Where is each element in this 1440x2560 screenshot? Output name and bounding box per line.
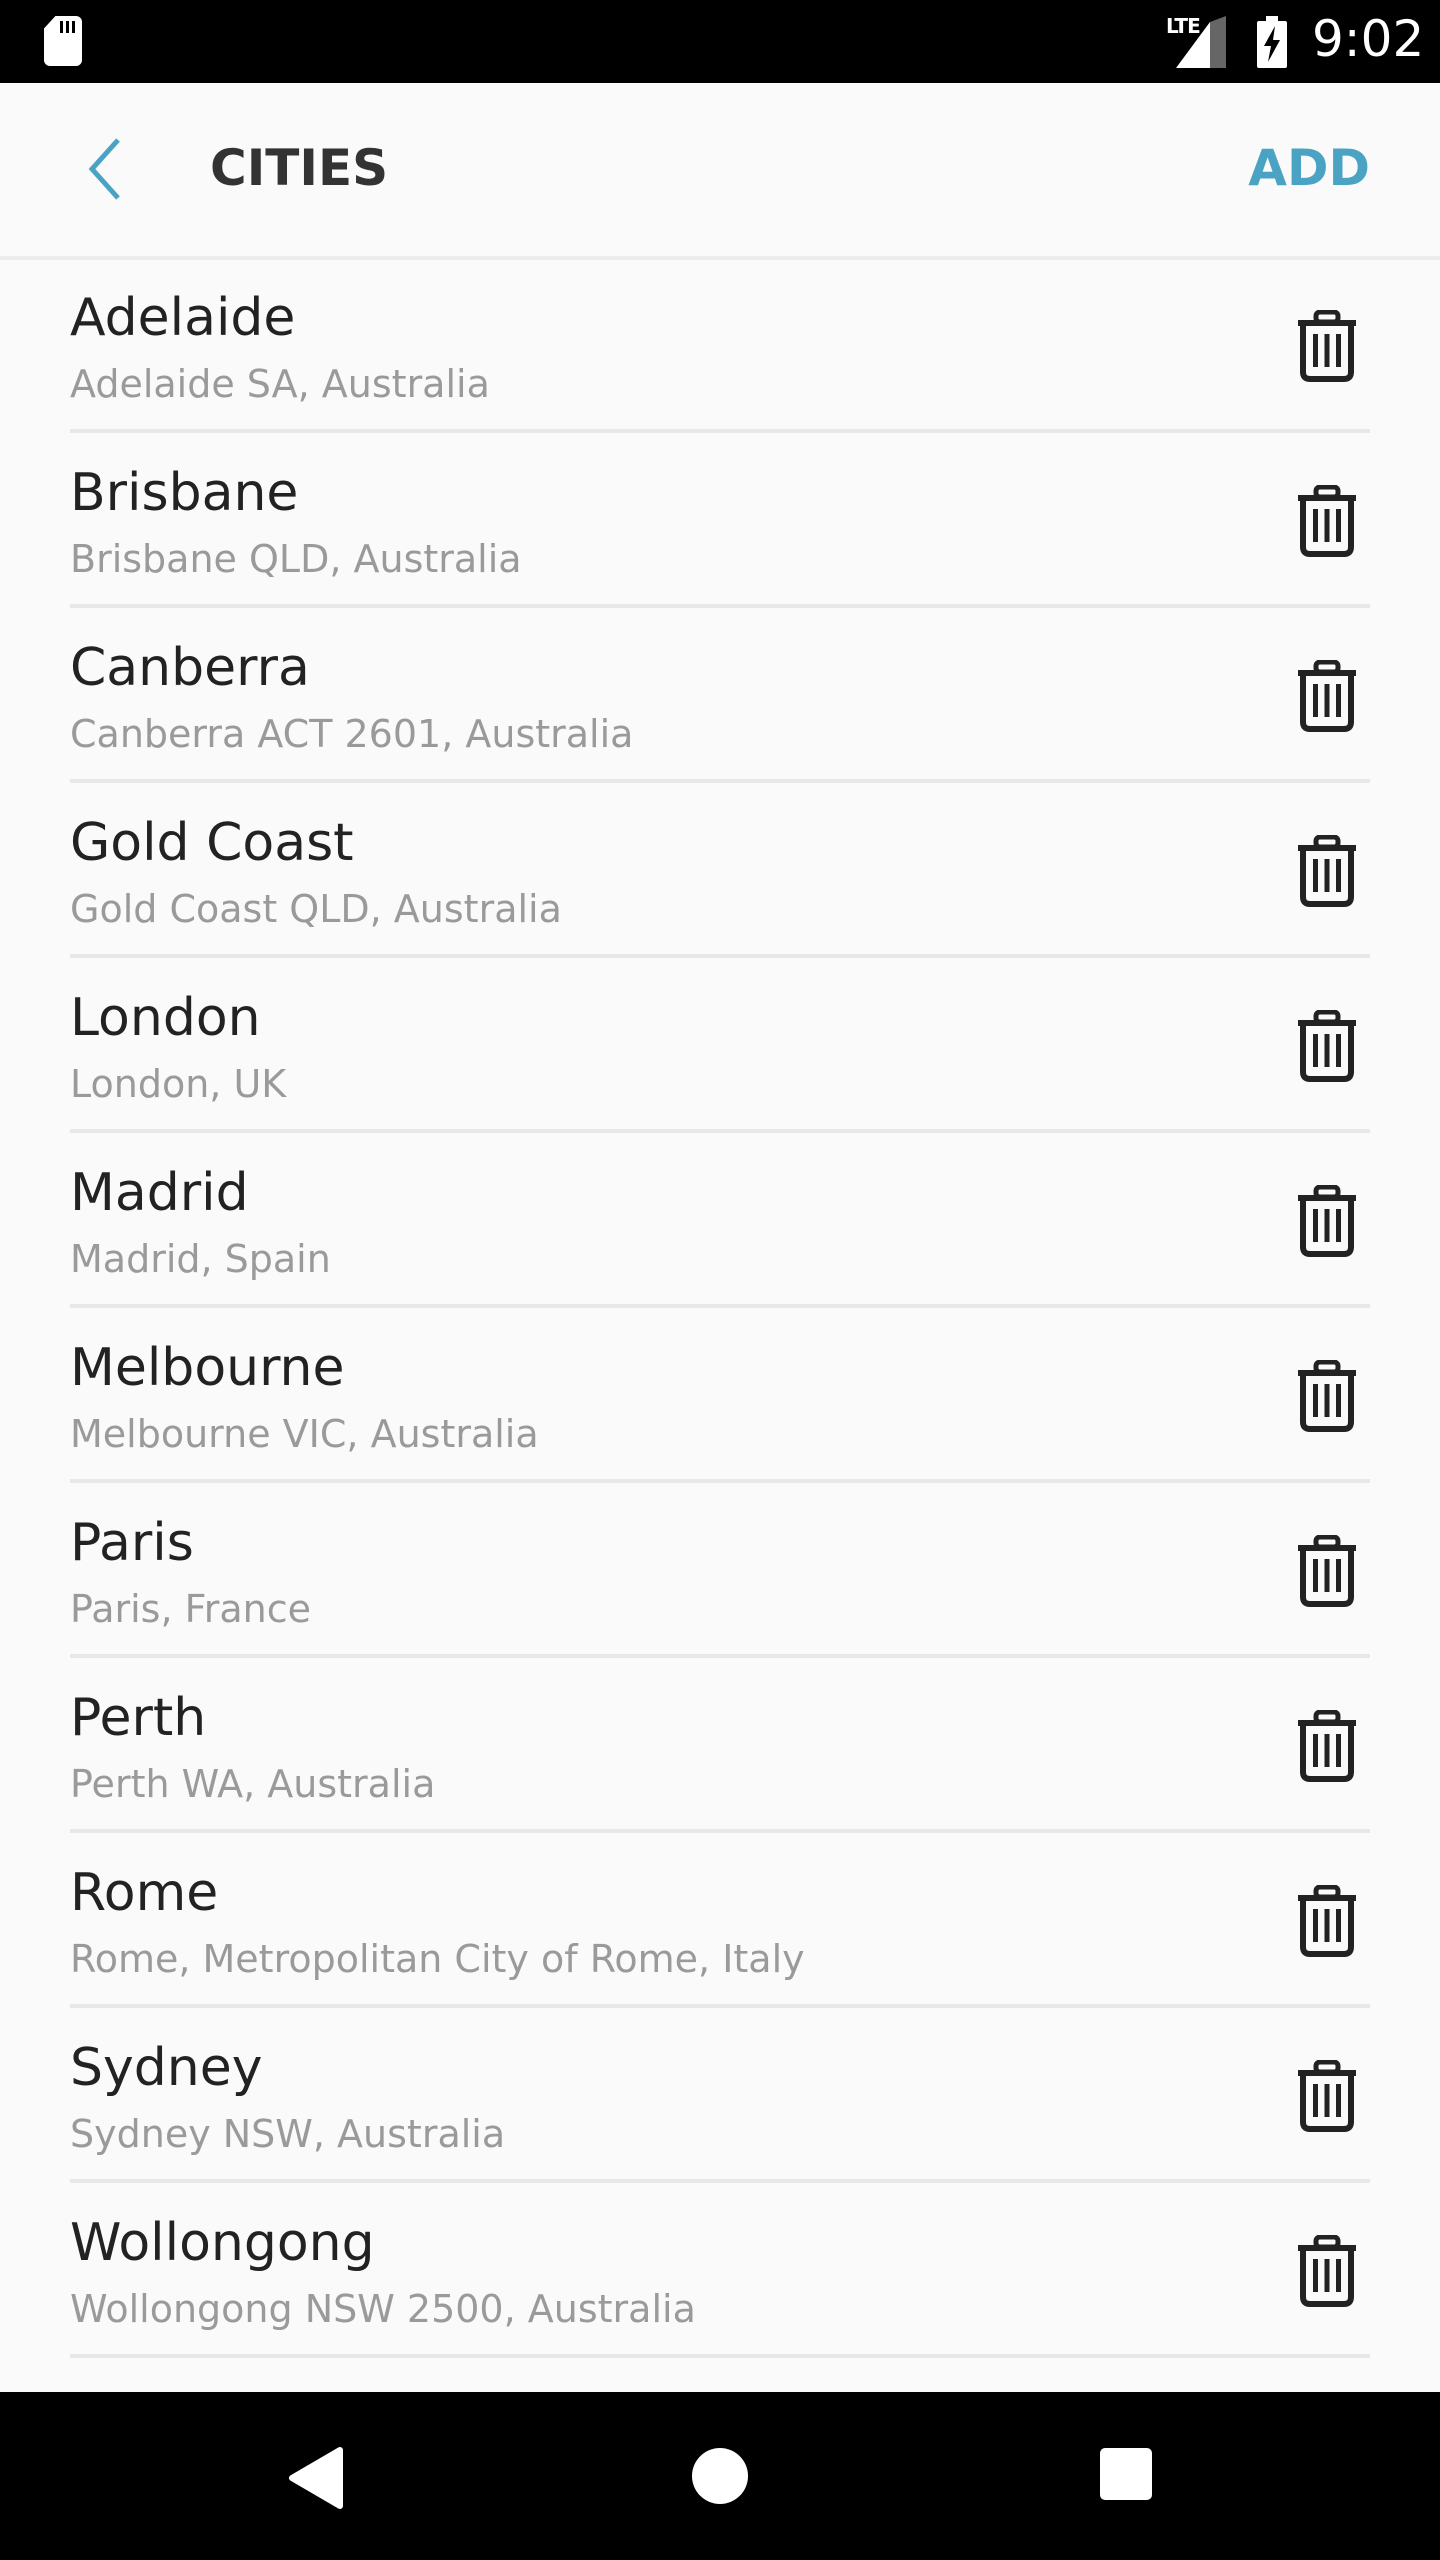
page-title: CITIES bbox=[210, 139, 389, 197]
chevron-left-icon[interactable] bbox=[80, 136, 130, 202]
trash-icon[interactable] bbox=[1296, 310, 1358, 382]
city-address: Gold Coast QLD, Australia bbox=[70, 887, 562, 931]
trash-icon[interactable] bbox=[1296, 1535, 1358, 1607]
city-address: Adelaide SA, Australia bbox=[70, 362, 490, 406]
city-name: London bbox=[70, 988, 261, 1048]
city-address: London, UK bbox=[70, 1062, 287, 1106]
city-address: Madrid, Spain bbox=[70, 1237, 331, 1281]
city-address: Sydney NSW, Australia bbox=[70, 2112, 506, 2156]
city-row[interactable]: Melbourne Melbourne VIC, Australia bbox=[0, 1308, 1440, 1483]
battery-charging-icon bbox=[1257, 16, 1287, 68]
back-triangle-icon[interactable] bbox=[288, 2446, 344, 2510]
status-bar: LTE 9:02 bbox=[0, 0, 1440, 83]
clock: 9:02 bbox=[1312, 10, 1425, 68]
city-address: Paris, France bbox=[70, 1587, 311, 1631]
trash-icon[interactable] bbox=[1296, 1360, 1358, 1432]
recents-square-icon[interactable] bbox=[1098, 2446, 1154, 2502]
city-name: Perth bbox=[70, 1688, 207, 1748]
city-row[interactable]: Wollongong Wollongong NSW 2500, Australia bbox=[0, 2183, 1440, 2358]
city-name: Gold Coast bbox=[70, 813, 354, 873]
city-row[interactable]: London London, UK bbox=[0, 958, 1440, 1133]
city-address: Melbourne VIC, Australia bbox=[70, 1412, 539, 1456]
city-row[interactable]: Perth Perth WA, Australia bbox=[0, 1658, 1440, 1833]
trash-icon[interactable] bbox=[1296, 1185, 1358, 1257]
city-row[interactable]: Paris Paris, France bbox=[0, 1483, 1440, 1658]
trash-icon[interactable] bbox=[1296, 485, 1358, 557]
home-circle-icon[interactable] bbox=[690, 2446, 750, 2506]
navigation-bar bbox=[0, 2392, 1440, 2560]
city-list: Adelaide Adelaide SA, Australia Brisbane Br… bbox=[0, 258, 1440, 2358]
city-name: Rome bbox=[70, 1863, 219, 1923]
city-name: Melbourne bbox=[70, 1338, 345, 1398]
city-name: Canberra bbox=[70, 638, 310, 698]
city-row[interactable]: Brisbane Brisbane QLD, Australia bbox=[0, 433, 1440, 608]
city-address: Perth WA, Australia bbox=[70, 1762, 436, 1806]
city-name: Paris bbox=[70, 1513, 194, 1573]
city-address: Canberra ACT 2601, Australia bbox=[70, 712, 634, 756]
trash-icon[interactable] bbox=[1296, 660, 1358, 732]
city-address: Brisbane QLD, Australia bbox=[70, 537, 522, 581]
city-address: Wollongong NSW 2500, Australia bbox=[70, 2287, 696, 2331]
app-header: CITIES ADD bbox=[0, 83, 1440, 260]
city-row[interactable]: Adelaide Adelaide SA, Australia bbox=[0, 258, 1440, 433]
city-row[interactable]: Canberra Canberra ACT 2601, Australia bbox=[0, 608, 1440, 783]
trash-icon[interactable] bbox=[1296, 835, 1358, 907]
city-name: Adelaide bbox=[70, 288, 296, 348]
city-name: Wollongong bbox=[70, 2213, 375, 2273]
trash-icon[interactable] bbox=[1296, 1010, 1358, 1082]
city-name: Sydney bbox=[70, 2038, 263, 2098]
city-name: Brisbane bbox=[70, 463, 299, 523]
row-divider bbox=[70, 2354, 1370, 2358]
city-row[interactable]: Rome Rome, Metropolitan City of Rome, Ita… bbox=[0, 1833, 1440, 2008]
city-row[interactable]: Gold Coast Gold Coast QLD, Australia bbox=[0, 783, 1440, 958]
city-name: Madrid bbox=[70, 1163, 249, 1223]
city-row[interactable]: Madrid Madrid, Spain bbox=[0, 1133, 1440, 1308]
city-row[interactable]: Sydney Sydney NSW, Australia bbox=[0, 2008, 1440, 2183]
add-button[interactable]: ADD bbox=[1248, 139, 1370, 197]
trash-icon[interactable] bbox=[1296, 2060, 1358, 2132]
signal-icon bbox=[1176, 16, 1226, 68]
trash-icon[interactable] bbox=[1296, 2235, 1358, 2307]
city-address: Rome, Metropolitan City of Rome, Italy bbox=[70, 1937, 805, 1981]
trash-icon[interactable] bbox=[1296, 1710, 1358, 1782]
sd-card-icon bbox=[44, 16, 82, 66]
trash-icon[interactable] bbox=[1296, 1885, 1358, 1957]
